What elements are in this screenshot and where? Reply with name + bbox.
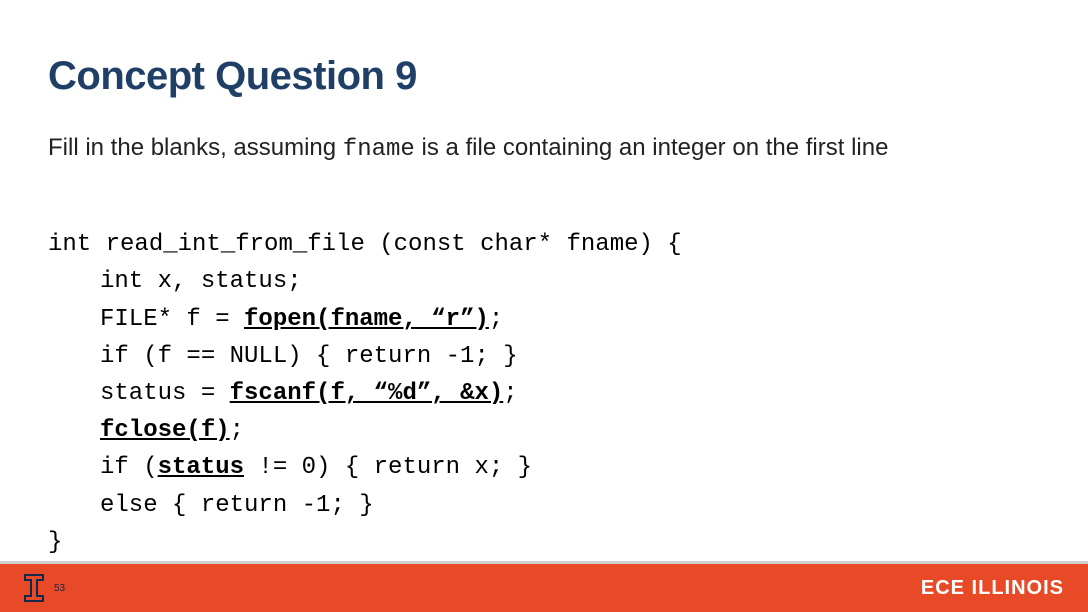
- ece-bold: ECE: [921, 577, 965, 599]
- code-line-9: }: [48, 529, 62, 556]
- content-area: Concept Question 9 Fill in the blanks, a…: [0, 0, 1088, 598]
- code-line-3a: FILE* f =: [100, 306, 244, 333]
- code-line-7b: != 0) { return x; }: [244, 454, 532, 481]
- code-line-5b: ;: [503, 380, 517, 407]
- code-line-4: if (f == NULL) { return -1; }: [100, 343, 518, 370]
- code-line-7a: if (: [100, 454, 158, 481]
- code-line-6b: ;: [230, 417, 244, 444]
- code-line-1: int read_int_from_file (const char* fnam…: [48, 231, 682, 258]
- code-line-3b: ;: [489, 306, 503, 333]
- code-line-8: else { return -1; }: [100, 492, 374, 519]
- blank-fopen: fopen(fname, “r”): [244, 306, 489, 333]
- prompt-text: Fill in the blanks, assuming fname is a …: [48, 133, 1040, 165]
- code-line-5a: status =: [100, 380, 230, 407]
- page-number: 53: [54, 583, 65, 594]
- prompt-after: is a file containing an integer on the f…: [415, 134, 889, 161]
- blank-status: status: [158, 454, 244, 481]
- ece-rest: ILLINOIS: [965, 577, 1064, 599]
- prompt-mono: fname: [343, 136, 415, 163]
- slide: Concept Question 9 Fill in the blanks, a…: [0, 0, 1088, 612]
- slide-title: Concept Question 9: [48, 54, 1040, 99]
- illinois-block-i-icon: [22, 572, 46, 604]
- blank-fscanf: fscanf(f, “%d”, &x): [230, 380, 504, 407]
- ece-illinois-label: ECE ILLINOIS: [921, 577, 1064, 600]
- prompt-before: Fill in the blanks, assuming: [48, 134, 343, 161]
- code-block: int read_int_from_file (const char* fnam…: [48, 189, 1040, 598]
- code-line-2: int x, status;: [100, 268, 302, 295]
- blank-fclose: fclose(f): [100, 417, 230, 444]
